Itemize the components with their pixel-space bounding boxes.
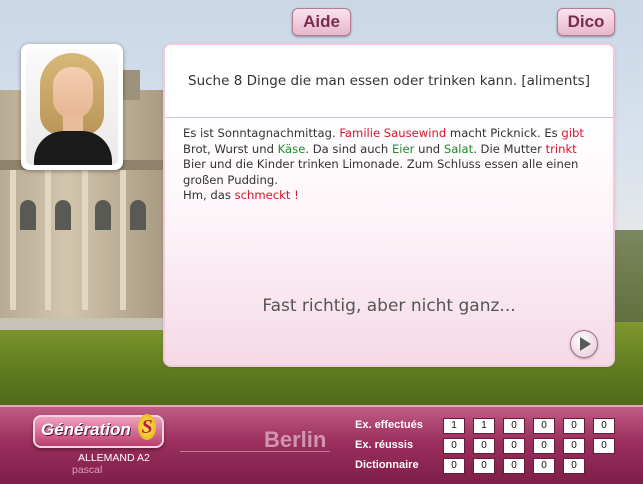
stat-cell: 1: [443, 418, 465, 434]
feedback-message: Fast richtig, aber nicht ganz...: [262, 296, 516, 316]
stat-cell: 0: [563, 418, 585, 434]
stat-label: Ex. effectués: [355, 419, 423, 431]
generation-s-logo: Génération S: [33, 414, 164, 448]
stat-cell: 0: [563, 438, 585, 454]
highlighted-word[interactable]: gibt: [561, 126, 584, 140]
stat-cell: 0: [503, 418, 525, 434]
avatar-photo: [26, 49, 118, 165]
user-name: pascal: [72, 464, 103, 476]
stat-cell: 0: [533, 418, 555, 434]
character-avatar: [21, 44, 123, 170]
exercise-instruction: Suche 8 Dinge die man essen oder trinken…: [188, 73, 590, 89]
city-name: Berlin: [264, 427, 327, 452]
stat-cell: 0: [533, 438, 555, 454]
story-segment: . Da sind auch: [305, 141, 392, 156]
next-button[interactable]: [570, 330, 598, 358]
stat-cell: 0: [563, 458, 585, 474]
exercise-panel: Suche 8 Dinge die man essen oder trinken…: [165, 45, 613, 365]
highlighted-word[interactable]: Käse: [278, 142, 306, 156]
highlighted-word[interactable]: schmeckt !: [235, 188, 299, 202]
highlighted-word[interactable]: Eier: [392, 142, 414, 156]
stat-label: Dictionnaire: [355, 459, 419, 471]
story-segment: und: [414, 141, 444, 156]
course-level: ALLEMAND A2: [78, 452, 150, 464]
highlighted-word[interactable]: Salat: [444, 142, 473, 156]
story-text: Es ist Sonntagnachmittag. Familie Sausew…: [183, 126, 598, 204]
story-segment: Brot, Wurst und: [183, 141, 278, 156]
story-segment: macht Picknick. Es: [446, 126, 562, 140]
stat-cell: 0: [473, 458, 495, 474]
story-segment: Bier und die Kinder trinken Limonade. Zu…: [183, 157, 579, 187]
story-segment: . Die Mutter: [473, 141, 546, 156]
help-button[interactable]: Aide: [292, 8, 351, 36]
stat-cell: 0: [443, 458, 465, 474]
play-arrow-icon: [580, 337, 591, 351]
stat-cell: 0: [533, 458, 555, 474]
story-segment: Es ist Sonntagnachmittag.: [183, 126, 340, 140]
stat-cell: 0: [443, 438, 465, 454]
stat-label: Ex. réussis: [355, 439, 414, 451]
instruction-header: Suche 8 Dinge die man essen oder trinken…: [165, 45, 613, 118]
stat-cell: 1: [473, 418, 495, 434]
stat-cell: 0: [473, 438, 495, 454]
exercise-body: Es ist Sonntagnachmittag. Familie Sausew…: [165, 118, 613, 365]
highlighted-word[interactable]: trinkt: [546, 142, 577, 156]
stat-cell: 0: [503, 458, 525, 474]
stat-cell: 0: [503, 438, 525, 454]
stat-cell: 0: [593, 438, 615, 454]
status-bar: Génération S ALLEMAND A2 pascal Berlin E…: [0, 405, 643, 484]
story-segment: Hm, das: [183, 188, 235, 203]
dictionary-button[interactable]: Dico: [557, 8, 615, 36]
stat-cell: 0: [593, 418, 615, 434]
highlighted-word[interactable]: Familie Sausewind: [339, 126, 446, 140]
brand-name: Génération: [41, 420, 131, 439]
brand-mark: S: [138, 414, 156, 440]
